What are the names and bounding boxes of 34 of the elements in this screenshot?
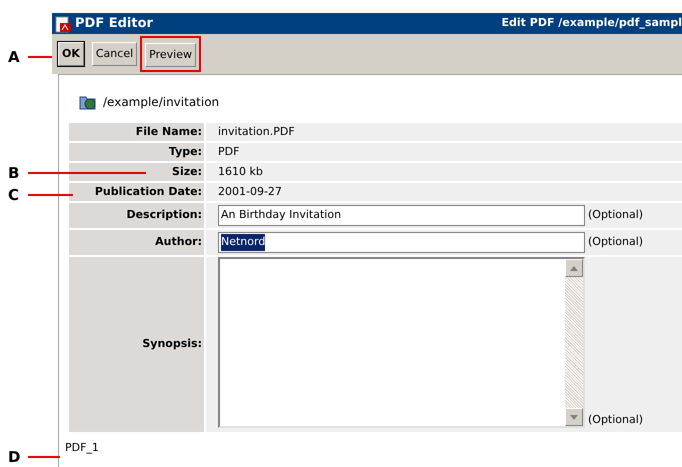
optional-note: (Optional) [588, 412, 644, 428]
scroll-up-icon[interactable] [565, 259, 583, 277]
window-subtitle: Edit PDF /example/pdf_sampl [502, 15, 682, 32]
text-input[interactable]: Netnord [218, 232, 585, 253]
folder-path: /example/invitation [103, 94, 220, 111]
folder-globe-icon [79, 94, 97, 110]
leader-line [28, 456, 60, 458]
callout-letter: D [8, 447, 22, 467]
optional-note: (Optional) [588, 234, 644, 250]
field-value: PDF [218, 144, 240, 160]
field-value: 2001-09-27 [218, 184, 282, 200]
toolbar-button[interactable]: OK [58, 42, 84, 66]
field-label: Type: [69, 143, 204, 161]
field-label: File Name: [69, 123, 204, 141]
scroll-down-icon[interactable] [565, 408, 583, 426]
field-label: Publication Date: [69, 183, 204, 201]
optional-note: (Optional) [588, 207, 644, 224]
window-title: PDF Editor [75, 14, 153, 33]
callout-letter: B [8, 163, 20, 184]
field-value: 1610 kb [218, 164, 263, 180]
toolbar-button[interactable]: Cancel [92, 42, 138, 66]
text-input[interactable]: An Birthday Invitation [218, 205, 585, 226]
callout-letter: A [8, 47, 21, 68]
field-label: Synopsis: [69, 257, 204, 432]
pdf-file-icon [54, 14, 72, 32]
field-value: invitation.PDF [218, 124, 295, 140]
leader-line [28, 194, 73, 196]
field-label: Size: [69, 163, 204, 181]
field-label: Author: [69, 230, 204, 255]
toolbar-button[interactable]: Preview [145, 43, 196, 68]
field-label: Description: [69, 203, 204, 228]
scrollbar[interactable] [565, 259, 583, 426]
page-id: PDF_1 [65, 440, 100, 456]
callout-letter: C [8, 185, 20, 206]
